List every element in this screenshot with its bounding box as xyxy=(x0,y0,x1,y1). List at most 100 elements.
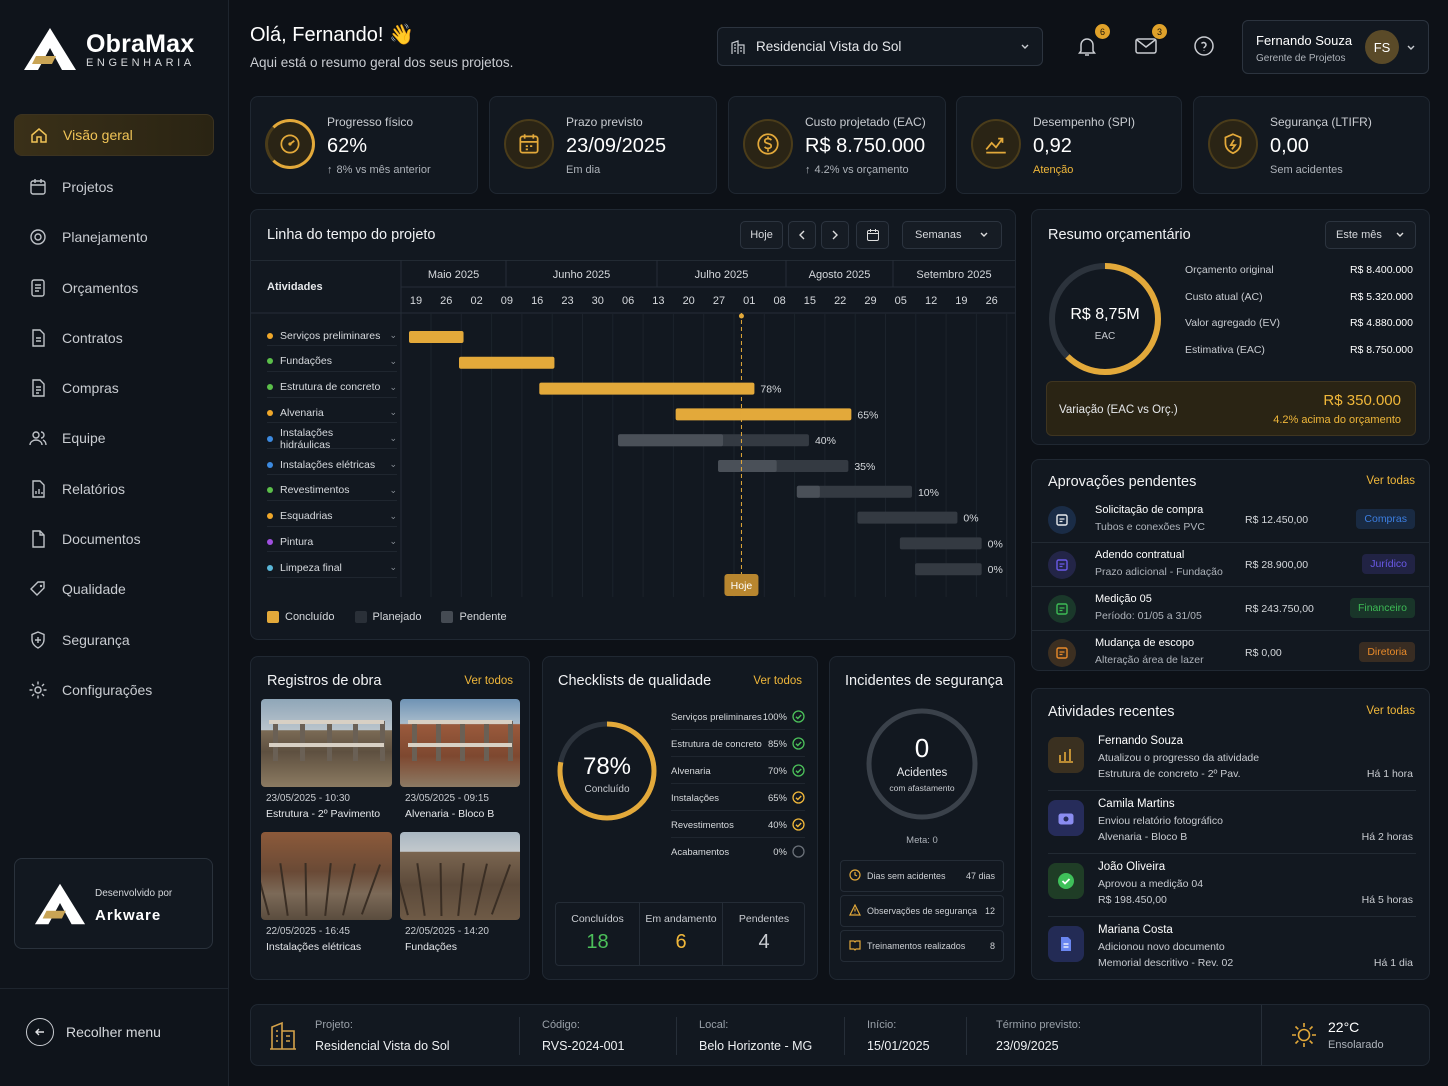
prev-button[interactable] xyxy=(788,221,816,249)
gantt-row-label: Alvenaria xyxy=(280,406,324,419)
gantt-row[interactable]: Fundações ⌄ xyxy=(267,352,397,372)
sidebar-item-contratos[interactable]: Contratos xyxy=(14,313,214,363)
site-photo[interactable] xyxy=(261,699,392,787)
activity-item[interactable]: Fernando Souza Atualizou o progresso da a… xyxy=(1032,729,1429,792)
gantt-week-label: 08 xyxy=(773,295,785,307)
records-view-all-link[interactable]: Ver todos xyxy=(464,675,513,687)
checklists-view-all-link[interactable]: Ver todos xyxy=(753,675,802,687)
footer-project: Projeto: Residencial Vista do Sol xyxy=(315,1019,450,1053)
timeline-title: Linha do tempo do projeto xyxy=(267,227,436,243)
incident-row[interactable]: Treinamentos realizados 8 xyxy=(840,930,1004,962)
chevron-down-icon[interactable]: ⌄ xyxy=(389,511,397,522)
chevron-down-icon[interactable]: ⌄ xyxy=(389,433,397,444)
safety-incidents-card: Incidentes de segurança 0 Acidentes com … xyxy=(829,656,1015,980)
gantt-bar[interactable] xyxy=(899,537,982,550)
activity-user: João Oliveira xyxy=(1098,861,1166,873)
period-select[interactable]: Semanas xyxy=(902,221,1002,249)
gantt-bar[interactable] xyxy=(675,408,852,421)
checklist-row[interactable]: Estrutura de concreto 85% xyxy=(671,737,805,757)
chevron-down-icon[interactable]: ⌄ xyxy=(389,356,397,367)
kpi-card[interactable]: Desempenho (SPI) 0,92 Atenção xyxy=(956,96,1182,194)
sidebar-item-equipe[interactable]: Equipe xyxy=(14,413,214,463)
site-photo[interactable] xyxy=(400,699,520,787)
user-menu[interactable]: Fernando Souza Gerente de Projetos FS xyxy=(1242,20,1429,74)
check-circle-icon xyxy=(792,764,805,780)
sidebar-divider xyxy=(0,988,228,989)
gantt-row[interactable]: Esquadrias ⌄ xyxy=(267,507,397,527)
project-selector[interactable]: Residencial Vista do Sol xyxy=(717,27,1043,66)
checklist-row[interactable]: Revestimentos 40% xyxy=(671,818,805,838)
sidebar-item-documentos[interactable]: Documentos xyxy=(14,514,214,564)
chevron-down-icon[interactable]: ⌄ xyxy=(389,562,397,573)
photo-slab xyxy=(269,720,384,725)
budget-period-select[interactable]: Este mês xyxy=(1325,221,1416,249)
gantt-bar[interactable] xyxy=(915,563,982,576)
sidebar-item-relatorios[interactable]: Relatórios xyxy=(14,464,214,514)
calendar-button[interactable] xyxy=(856,221,889,249)
messages-count: 3 xyxy=(1152,24,1167,39)
activity-item[interactable]: Camila Martins Enviou relatório fotográfi… xyxy=(1032,790,1429,855)
chevron-down-icon[interactable]: ⌄ xyxy=(389,536,397,547)
gantt-row[interactable]: Limpeza final ⌄ xyxy=(267,558,397,579)
chevron-down-icon[interactable]: ⌄ xyxy=(389,485,397,496)
approvals-view-all-link[interactable]: Ver todas xyxy=(1366,475,1415,487)
help-button[interactable] xyxy=(1193,35,1215,62)
notifications-button[interactable]: 6 xyxy=(1075,24,1110,63)
logo-icon xyxy=(24,28,76,70)
sidebar-item-projetos[interactable]: Projetos xyxy=(14,162,214,212)
chevron-down-icon[interactable]: ⌄ xyxy=(389,330,397,341)
checklist-row[interactable]: Serviços preliminares 100% xyxy=(671,710,805,730)
chevron-down-icon[interactable]: ⌄ xyxy=(389,382,397,393)
gantt-bar[interactable] xyxy=(409,331,464,343)
sidebar-item-visao-geral[interactable]: Visão geral xyxy=(14,114,214,156)
approval-item[interactable]: Mudança de escopo Alteração área de lazer… xyxy=(1032,630,1429,674)
chevron-down-icon[interactable]: ⌄ xyxy=(389,407,397,418)
gantt-bar[interactable] xyxy=(857,511,958,524)
chevron-down-icon[interactable]: ⌄ xyxy=(389,459,397,470)
activity-item[interactable]: Mariana Costa Adicionou novo documento Mem… xyxy=(1032,916,1429,981)
kpi-card[interactable]: Progresso físico 62% ↑ 8% vs mês anterior xyxy=(250,96,478,194)
next-button[interactable] xyxy=(821,221,849,249)
gantt-week-label: 02 xyxy=(470,295,482,307)
check-icon xyxy=(1048,863,1084,899)
collapse-menu-button[interactable]: Recolher menu xyxy=(26,1018,161,1046)
gantt-row[interactable]: Serviços preliminares ⌄ xyxy=(267,326,397,346)
gantt-week-label: 26 xyxy=(986,295,998,307)
site-photo[interactable] xyxy=(261,832,392,920)
sidebar-item-seguranca[interactable]: Segurança xyxy=(14,615,214,665)
site-photo[interactable] xyxy=(400,832,520,920)
gantt-bar[interactable] xyxy=(539,382,755,395)
sidebar-item-orcamentos[interactable]: Orçamentos xyxy=(14,263,214,313)
activity-item[interactable]: João Oliveira Aprovou a medição 04 R$ 198.… xyxy=(1032,853,1429,918)
gantt-bar[interactable] xyxy=(458,356,555,369)
gantt-month-label: Maio 2025 xyxy=(428,269,479,281)
gantt-row[interactable]: Instalações elétricas ⌄ xyxy=(267,455,397,475)
kpi-card[interactable]: Prazo previsto 23/09/2025 Em dia xyxy=(489,96,717,194)
gantt-row[interactable]: Pintura ⌄ xyxy=(267,532,397,553)
brand-logo[interactable]: ObraMax ENGENHARIA xyxy=(22,26,195,72)
gantt-month-label: Julho 2025 xyxy=(695,269,749,281)
activities-view-all-link[interactable]: Ver todas xyxy=(1366,705,1415,717)
checklist-row[interactable]: Alvenaria 70% xyxy=(671,764,805,784)
kpi-card[interactable]: Custo projetado (EAC) R$ 8.750.000 ↑ 4.2% v… xyxy=(728,96,946,194)
gantt-row[interactable]: Estrutura de concreto ⌄ xyxy=(267,378,397,398)
gantt-row[interactable]: Revestimentos ⌄ xyxy=(267,481,397,501)
gantt-row[interactable]: Alvenaria ⌄ xyxy=(267,403,397,424)
sidebar-item-configuracoes[interactable]: Configurações xyxy=(14,665,214,715)
kpi-card[interactable]: Segurança (LTIFR) 0,00 Sem acidentes xyxy=(1193,96,1430,194)
sidebar-item-compras[interactable]: Compras xyxy=(14,363,214,413)
approval-item[interactable]: Adendo contratual Prazo adicional - Funda… xyxy=(1032,542,1429,586)
checklist-row[interactable]: Acabamentos 0% xyxy=(671,845,805,865)
sidebar-item-planejamento[interactable]: Planejamento xyxy=(14,212,214,262)
messages-button[interactable]: 3 xyxy=(1134,24,1167,61)
today-button[interactable]: Hoje xyxy=(740,221,783,249)
developer-promo[interactable]: Desenvolvido por Arkware xyxy=(14,858,213,949)
incident-row[interactable]: Observações de segurança 12 xyxy=(840,895,1004,927)
incident-row[interactable]: Dias sem acidentes 47 dias xyxy=(840,860,1004,892)
gantt-row[interactable]: Instalações hidráulicas ⌄ xyxy=(267,427,397,451)
budget-row-label: Orçamento original xyxy=(1185,264,1274,276)
sidebar-item-qualidade[interactable]: Qualidade xyxy=(14,564,214,614)
approval-item[interactable]: Medição 05 Período: 01/05 a 31/05 R$ 243.7… xyxy=(1032,586,1429,630)
approval-item[interactable]: Solicitação de compra Tubos e conexões PV… xyxy=(1032,498,1429,542)
checklist-row[interactable]: Instalações 65% xyxy=(671,791,805,811)
